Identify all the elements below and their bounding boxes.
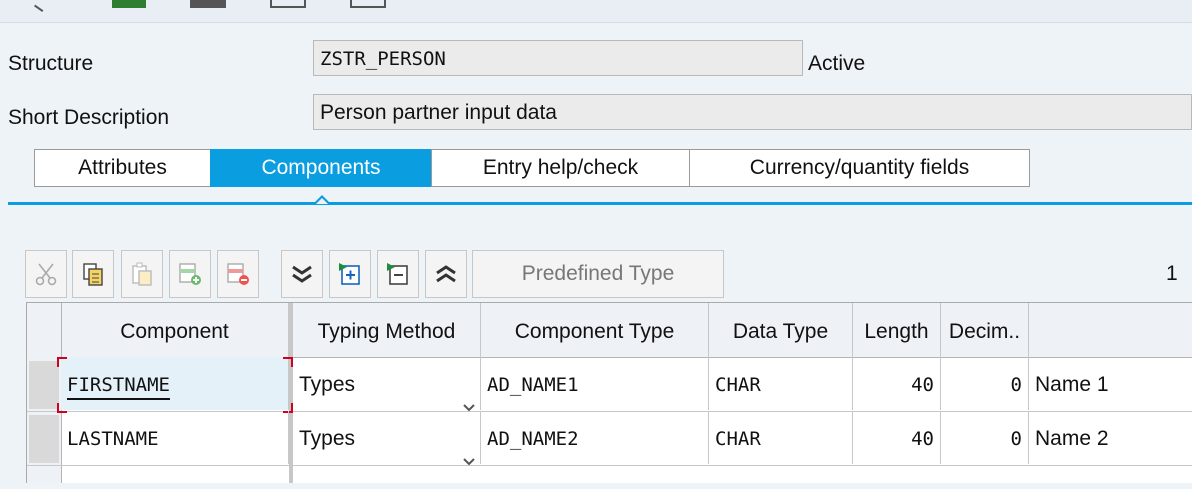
page-number: 1 xyxy=(1166,262,1178,285)
tab-attributes[interactable]: Attributes xyxy=(34,149,211,187)
column-header-component[interactable]: Component xyxy=(61,303,289,357)
collapse-up-button[interactable] xyxy=(425,250,467,298)
column-header-length[interactable]: Length xyxy=(853,303,941,357)
column-header-decimals[interactable]: Decim.. xyxy=(941,303,1029,357)
table-row: LASTNAME Types AD_NAME2 CHAR 40 0 Name 2 xyxy=(27,411,1192,466)
column-header-component-type[interactable]: Component Type xyxy=(481,303,709,357)
column-header-data-type[interactable]: Data Type xyxy=(709,303,853,357)
cut-button[interactable] xyxy=(25,250,67,298)
typing-method-value: Types xyxy=(299,427,356,450)
component-type-cell[interactable]: AD_NAME2 xyxy=(481,411,709,464)
collapse-up-icon xyxy=(433,261,459,287)
delete-button[interactable] xyxy=(377,250,419,298)
status-label: Active xyxy=(808,52,866,75)
component-name: FIRSTNAME xyxy=(67,374,170,400)
focus-corner xyxy=(57,357,67,367)
structure-label: Structure xyxy=(8,52,94,75)
tab-entry-help-check[interactable]: Entry help/check xyxy=(431,149,690,187)
expand-down-icon xyxy=(289,261,315,287)
copy-button[interactable] xyxy=(72,250,114,298)
column-header-typing-method[interactable]: Typing Method xyxy=(293,303,481,357)
component-cell[interactable]: LASTNAME xyxy=(61,411,289,464)
insert-row-icon xyxy=(177,261,203,287)
table-row: FIRSTNAME Types AD_NAME1 CHAR 40 0 Name … xyxy=(27,357,1192,413)
length-cell: 40 xyxy=(853,411,941,464)
structure-field[interactable]: ZSTR_PERSON xyxy=(313,40,803,76)
short-description-field[interactable]: Person partner input data xyxy=(313,94,1192,130)
length-cell: 40 xyxy=(853,357,941,410)
short-description-cell: Name 2 xyxy=(1035,427,1109,450)
chevron-down-icon[interactable] xyxy=(462,433,476,489)
table-header: Component Typing Method Component Type D… xyxy=(27,303,1192,358)
data-type-cell: CHAR xyxy=(709,357,853,410)
dark-block-icon[interactable] xyxy=(190,0,226,8)
column-header-short-description[interactable] xyxy=(1029,303,1192,357)
tab-currency-quantity-fields[interactable]: Currency/quantity fields xyxy=(689,149,1030,187)
copy-icon xyxy=(80,261,106,287)
delete-icon xyxy=(385,261,411,287)
data-type-cell: CHAR xyxy=(709,411,853,464)
component-cell[interactable]: FIRSTNAME xyxy=(61,357,289,410)
paste-icon xyxy=(129,261,155,287)
arrow-icon[interactable] xyxy=(34,0,48,12)
cut-icon xyxy=(33,261,59,287)
expand-down-button[interactable] xyxy=(281,250,323,298)
typing-method-dropdown[interactable]: Types xyxy=(293,357,481,412)
grid-icon[interactable] xyxy=(112,0,146,8)
window-icon[interactable] xyxy=(270,0,306,8)
focus-corner xyxy=(283,357,293,367)
predefined-type-button[interactable]: Predefined Type xyxy=(472,250,724,298)
components-table: Component Typing Method Component Type D… xyxy=(26,302,1192,483)
decimals-cell: 0 xyxy=(941,411,1029,464)
decimals-cell: 0 xyxy=(941,357,1029,410)
document-icon[interactable] xyxy=(350,0,386,8)
insert-row-button[interactable] xyxy=(169,250,211,298)
delete-row-icon xyxy=(225,261,251,287)
component-type-cell[interactable]: AD_NAME1 xyxy=(481,357,709,410)
short-description-cell: Name 1 xyxy=(1035,373,1109,396)
typing-method-dropdown[interactable]: Types xyxy=(293,411,481,466)
short-description-label: Short Description xyxy=(8,106,170,129)
top-toolbar xyxy=(0,0,1192,23)
typing-method-value: Types xyxy=(299,373,356,396)
delete-row-button[interactable] xyxy=(217,250,259,298)
tab-components[interactable]: Components xyxy=(210,149,432,187)
paste-button[interactable] xyxy=(121,250,163,298)
insert-button[interactable] xyxy=(329,250,371,298)
insert-icon xyxy=(337,261,363,287)
